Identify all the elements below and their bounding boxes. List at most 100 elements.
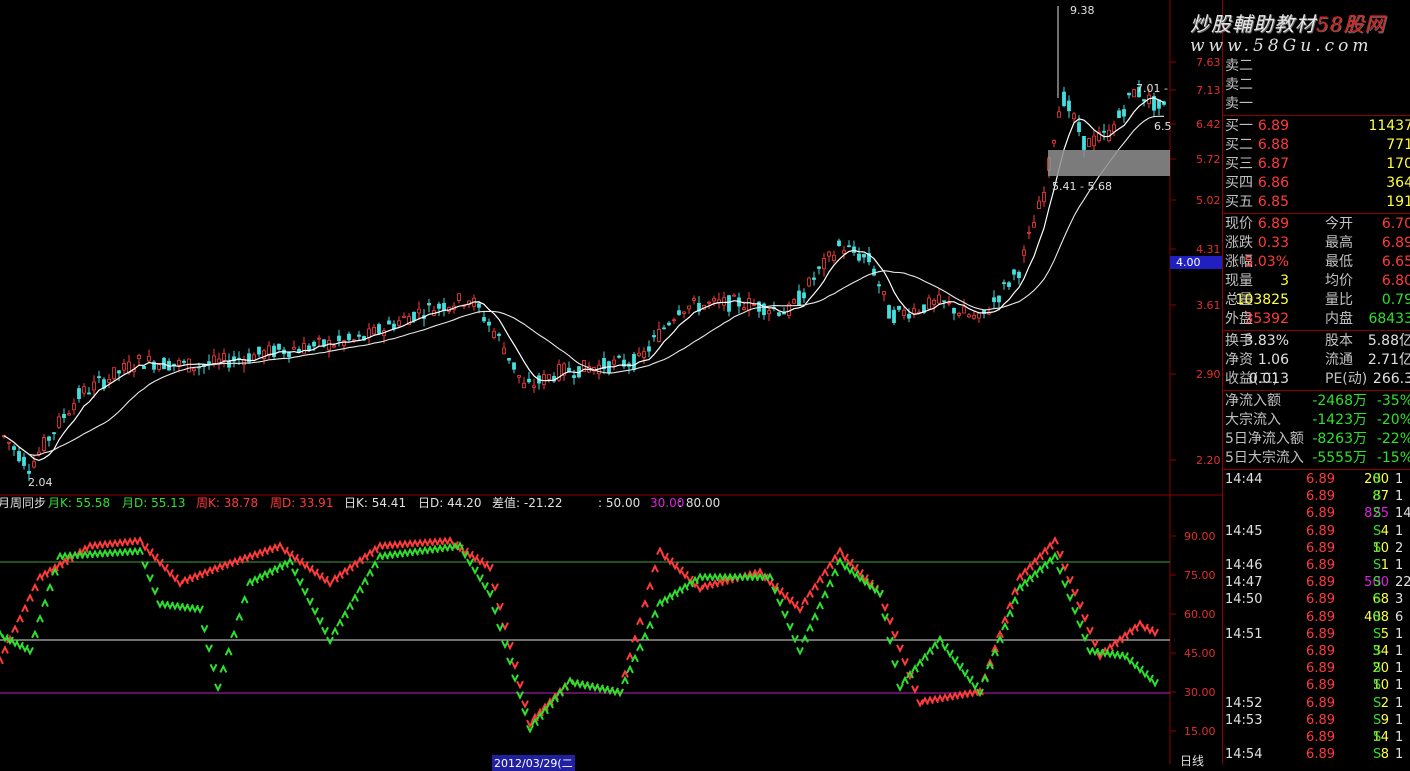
- weekly-kd-mark: [141, 542, 149, 552]
- candle-body: [1142, 99, 1146, 102]
- weekly-kd-mark: [911, 685, 919, 694]
- monthly-kd-mark: [209, 663, 218, 673]
- bid-row[interactable]: 买四6.86 364: [1223, 174, 1410, 193]
- candle-body: [1122, 109, 1126, 117]
- candle-body: [792, 299, 796, 304]
- candle-body: [1037, 200, 1041, 209]
- weekly-kd-mark: [31, 582, 39, 592]
- tick-count: 14: [1395, 506, 1410, 522]
- candle-body: [67, 413, 71, 416]
- candle-body: [112, 367, 116, 380]
- tick-row[interactable]: 14:46 6.89 1 S 1: [1223, 557, 1410, 574]
- monthly-kd-mark: [46, 582, 54, 592]
- tick-time: 14:46: [1225, 558, 1263, 573]
- tick-price: 6.89: [1306, 695, 1335, 711]
- candle-body: [892, 309, 896, 324]
- tick-row[interactable]: 6.89 10 S 1: [1223, 677, 1410, 694]
- indicator-value: 月K: 55.58: [48, 496, 111, 510]
- candle-body: [747, 298, 751, 311]
- tick-row[interactable]: 14:54 6.89 8 S 1: [1223, 746, 1410, 763]
- bid-row[interactable]: 买三6.87 170: [1223, 155, 1410, 174]
- tick-count: 1: [1395, 644, 1404, 659]
- tick-side: S: [1373, 730, 1382, 745]
- candle-body: [62, 413, 66, 419]
- fundamental-value: 1.06: [1257, 352, 1289, 368]
- weekly-kd-mark: [1046, 541, 1054, 550]
- candle-body: [142, 366, 146, 369]
- tick-row[interactable]: 14:53 6.89 9 S 1: [1223, 712, 1410, 729]
- monthly-kd-mark: [636, 642, 644, 652]
- candle-body: [157, 364, 161, 370]
- fundamental-value: 266.3: [1372, 371, 1410, 387]
- chart-area[interactable]: 7.63 7.13 6.42 5.72 5.02 4.31 3.61 2.90 2.20 4.00…: [0, 0, 1222, 771]
- tick-row[interactable]: 14:50 6.89 68 S 3: [1223, 591, 1410, 608]
- monthly-kd-mark: [786, 622, 794, 632]
- monthly-kd-mark: [200, 624, 209, 634]
- candle-body: [912, 308, 916, 314]
- flow-value: -1423万: [1312, 412, 1367, 428]
- weekly-kd-mark: [1091, 639, 1099, 649]
- tick-row[interactable]: 6.89 87 S 1: [1223, 488, 1410, 505]
- candle-body: [927, 297, 931, 310]
- monthly-kd-mark: [496, 623, 504, 633]
- stat-label: 今开: [1325, 216, 1353, 232]
- tick-row[interactable]: 14:44 6.89 200 S 1: [1223, 471, 1410, 488]
- monthly-kd-mark: [931, 640, 939, 650]
- monthly-kd-mark: [240, 594, 249, 604]
- period-label[interactable]: 日线: [1180, 752, 1204, 769]
- fundamental-value: 2.71亿: [1367, 352, 1410, 368]
- candle-body: [542, 374, 546, 385]
- candle-body: [637, 352, 641, 357]
- weekly-kd-mark: [651, 563, 659, 573]
- bid-row[interactable]: 买五6.85 191: [1223, 193, 1410, 212]
- tick-row[interactable]: 6.89 825 S 14: [1223, 505, 1410, 522]
- bid-row[interactable]: 买一 6.89 11437: [1223, 117, 1410, 136]
- tick-count: 1: [1395, 695, 1404, 711]
- candle-body: [17, 451, 21, 462]
- tick-row[interactable]: 6.89 34 S 1: [1223, 643, 1410, 660]
- fundamental-row: 换手 3.83% 股本 5.88亿: [1223, 332, 1410, 351]
- monthly-kd-mark: [651, 609, 659, 619]
- stat-label: 内盘: [1325, 311, 1353, 327]
- candle-body: [947, 302, 951, 305]
- monthly-kd-mark: [501, 640, 509, 650]
- tick-row[interactable]: 6.89 408 S 6: [1223, 609, 1410, 626]
- tick-time: 14:53: [1225, 712, 1263, 728]
- candle-body: [227, 360, 231, 368]
- candle-body: [177, 360, 181, 366]
- candle-body: [672, 319, 676, 322]
- weekly-kd-mark: [151, 553, 159, 563]
- monthly-kd-mark: [316, 617, 324, 626]
- tick-row[interactable]: 14:45 6.89 4 S 1: [1223, 523, 1410, 540]
- candle-body: [122, 363, 126, 371]
- weekly-kd-mark: [1041, 546, 1049, 556]
- tick-side: S: [1373, 489, 1382, 505]
- kline-chart[interactable]: 7.637.136.425.725.024.313.612.902.204.00…: [0, 0, 1222, 764]
- candle-body: [442, 302, 446, 312]
- indicator-value: 月D: 55.13: [122, 496, 186, 510]
- candle-body: [752, 303, 756, 306]
- tick-price: 6.89: [1306, 712, 1335, 728]
- candle-body: [972, 314, 976, 319]
- tick-time: 14:45: [1225, 523, 1263, 539]
- weekly-kd-mark: [1051, 535, 1059, 545]
- tick-row[interactable]: 6.89 20 S 1: [1223, 660, 1410, 677]
- candle-body: [652, 335, 656, 338]
- tick-row[interactable]: 14:52 6.89 2 S 1: [1223, 695, 1410, 712]
- candle-body: [347, 333, 351, 341]
- separator: [1223, 390, 1410, 391]
- tick-price: 6.89: [1306, 644, 1335, 659]
- weekly-kd-mark: [1086, 626, 1094, 636]
- tick-row[interactable]: 14:51 6.89 5 S 1: [1223, 626, 1410, 643]
- candle-body: [417, 308, 421, 314]
- tick-price: 6.89: [1306, 730, 1335, 745]
- weekly-kd-mark: [1021, 567, 1029, 576]
- candle-body: [412, 311, 416, 322]
- flow-label: 5日净流入额: [1225, 431, 1304, 447]
- tick-row[interactable]: 6.89 10 S 2: [1223, 540, 1410, 557]
- tick-row[interactable]: 14:47 6.89 500 S 22: [1223, 574, 1410, 591]
- flow-row: 5日净流入额 -8263万 -22%: [1223, 430, 1410, 449]
- bid-row[interactable]: 买二6.88 771: [1223, 136, 1410, 155]
- candle-body: [1077, 122, 1081, 133]
- tick-row[interactable]: 6.89 14 S 1: [1223, 729, 1410, 746]
